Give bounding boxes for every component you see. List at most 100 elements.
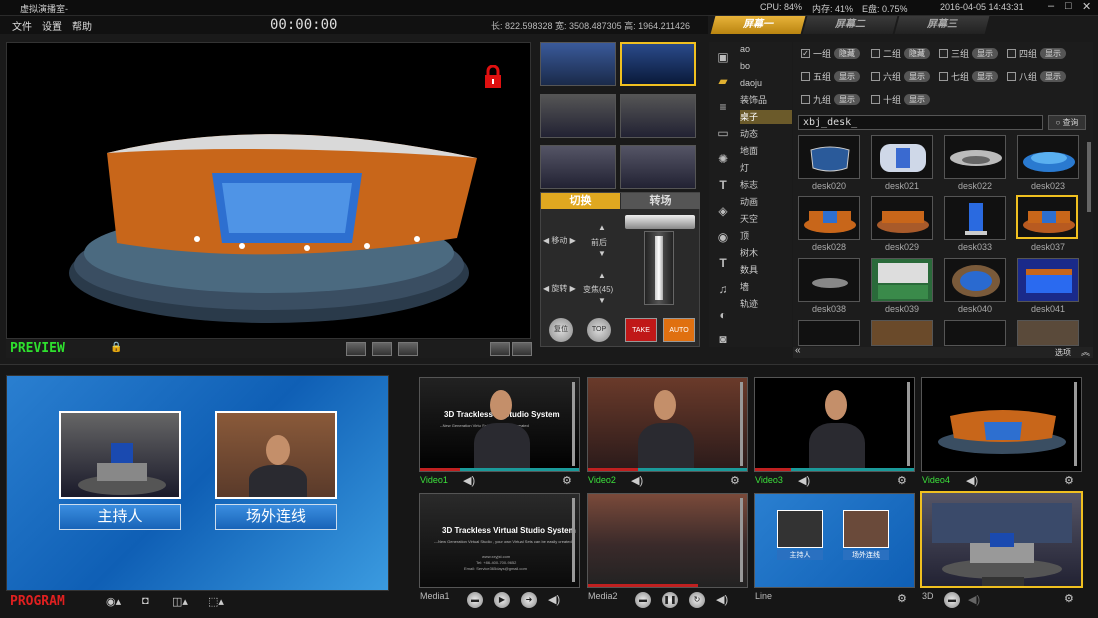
group-4-toggle[interactable]: 显示: [1040, 48, 1067, 59]
padlock-small-icon[interactable]: 🔒: [110, 342, 122, 353]
camera-preset-1[interactable]: [540, 42, 616, 86]
group-3-toggle[interactable]: 显示: [972, 48, 999, 59]
view-center-button[interactable]: [372, 342, 392, 356]
3d-mini-controls[interactable]: [982, 577, 1024, 586]
category-item[interactable]: 地面: [740, 144, 792, 158]
folder-icon[interactable]: ▰: [715, 74, 731, 88]
group-3-checkbox[interactable]: [939, 49, 948, 58]
group-5-toggle[interactable]: 显示: [834, 71, 861, 82]
program-viewport[interactable]: 主持人 场外连线: [6, 375, 389, 591]
view-left-button[interactable]: [346, 342, 366, 356]
pause-icon[interactable]: ❚❚: [662, 592, 678, 608]
speaker-icon[interactable]: ◀): [548, 593, 560, 606]
asset-thumb-selected[interactable]: [1016, 195, 1078, 239]
source-video1[interactable]: 3D Trackless al Studio System --New Gene…: [419, 377, 580, 472]
category-item[interactable]: 数具: [740, 263, 792, 277]
gear-icon[interactable]: ⚙: [1064, 474, 1074, 487]
tab-screen-1[interactable]: 屏幕一: [710, 16, 806, 34]
forward-back-up-icon[interactable]: ▲: [593, 223, 611, 232]
asset-thumb[interactable]: [798, 320, 860, 346]
group-8-checkbox[interactable]: [1007, 72, 1016, 81]
snapshot-icon[interactable]: ◘: [142, 595, 149, 607]
group-6-toggle[interactable]: 显示: [904, 71, 931, 82]
light-icon[interactable]: ✺: [715, 152, 731, 166]
speaker-icon[interactable]: ◀): [631, 474, 643, 487]
close-icon[interactable]: ✕: [1082, 0, 1091, 13]
redo-button[interactable]: [512, 342, 532, 356]
speaker-icon[interactable]: ◀): [463, 474, 475, 487]
palette-icon[interactable]: ◐: [715, 308, 731, 322]
gear-icon[interactable]: ⚙: [1064, 592, 1074, 605]
speaker-icon[interactable]: ◀): [798, 474, 810, 487]
category-item[interactable]: 轨迹: [740, 297, 792, 311]
move-control[interactable]: ◀ 移动 ▶: [543, 235, 576, 246]
zoom-in-icon[interactable]: ▲: [593, 271, 611, 280]
group-2-toggle[interactable]: 隐藏: [904, 48, 931, 59]
text-icon[interactable]: T: [715, 256, 731, 270]
group-1-checkbox[interactable]: ✓: [801, 49, 810, 58]
search-input[interactable]: xbj_desk_: [798, 115, 1043, 130]
reset-button[interactable]: 复位: [549, 318, 573, 342]
gear-icon[interactable]: ⚙: [897, 592, 907, 605]
asset-thumb[interactable]: [798, 258, 860, 302]
asset-thumb[interactable]: [798, 196, 860, 240]
open-folder-icon[interactable]: ▬: [944, 592, 960, 608]
camera-preset-6[interactable]: [620, 145, 696, 189]
text-3d-icon[interactable]: T: [715, 178, 731, 192]
list-icon[interactable]: ≡: [715, 100, 731, 114]
group-7-checkbox[interactable]: [939, 72, 948, 81]
source-video3[interactable]: [754, 377, 915, 472]
asset-thumb[interactable]: [944, 320, 1006, 346]
camera-icon[interactable]: ◙: [715, 332, 731, 346]
category-item[interactable]: 灯: [740, 161, 792, 175]
padlock-icon[interactable]: [483, 64, 503, 89]
gear-icon[interactable]: ⚙: [562, 474, 572, 487]
source-video4[interactable]: [921, 377, 1082, 472]
category-item[interactable]: 装饰品: [740, 93, 792, 107]
forward-back-down-icon[interactable]: ▼: [593, 249, 611, 258]
take-button[interactable]: TAKE: [625, 318, 657, 342]
asset-thumb[interactable]: [798, 135, 860, 179]
gear-icon[interactable]: ⚙: [897, 474, 907, 487]
source-media1[interactable]: 3D Trackless Virtual Studio System ---Ne…: [419, 493, 580, 588]
source-line[interactable]: 主持人 场外连线: [754, 493, 915, 588]
loop-icon[interactable]: ↻: [689, 592, 705, 608]
category-item[interactable]: 标志: [740, 178, 792, 192]
category-item[interactable]: 树木: [740, 246, 792, 260]
music-icon[interactable]: ♫: [715, 282, 731, 296]
category-item-selected[interactable]: 桌子: [740, 110, 792, 124]
source-video2[interactable]: [587, 377, 748, 472]
asset-thumb[interactable]: [944, 135, 1006, 179]
category-item[interactable]: 墙: [740, 280, 792, 294]
minimize-icon[interactable]: –: [1048, 0, 1054, 12]
next-icon[interactable]: ➜: [521, 592, 537, 608]
reel-icon[interactable]: ◉: [715, 230, 731, 244]
collapse-left-icon[interactable]: «: [795, 345, 801, 356]
asset-thumb[interactable]: [871, 320, 933, 346]
group-8-toggle[interactable]: 显示: [1040, 71, 1067, 82]
asset-thumb[interactable]: [1017, 135, 1079, 179]
tab-screen-2[interactable]: 屏幕二: [802, 16, 898, 34]
tab-screen-3[interactable]: 屏幕三: [894, 16, 990, 34]
record-icon[interactable]: ◉▴: [106, 595, 121, 608]
category-item[interactable]: daoju: [740, 76, 792, 90]
capture-icon[interactable]: ◫▴: [172, 595, 188, 608]
asset-thumb[interactable]: [871, 196, 933, 240]
menu-settings[interactable]: 设置: [42, 18, 62, 33]
asset-thumb[interactable]: [944, 258, 1006, 302]
group-5-checkbox[interactable]: [801, 72, 810, 81]
play-icon[interactable]: ▶: [494, 592, 510, 608]
asset-thumb[interactable]: [944, 196, 1006, 240]
preview-viewport[interactable]: [6, 42, 531, 339]
asset-scrollbar[interactable]: [1087, 142, 1091, 212]
speaker-icon[interactable]: ◀): [968, 593, 980, 606]
open-folder-icon[interactable]: ▬: [635, 592, 651, 608]
group-9-checkbox[interactable]: [801, 95, 810, 104]
asset-thumb[interactable]: [871, 258, 933, 302]
maximize-icon[interactable]: □: [1065, 0, 1072, 12]
save-icon[interactable]: ▣: [715, 50, 731, 64]
view-right-button[interactable]: [398, 342, 418, 356]
camera-preset-2[interactable]: [620, 42, 696, 86]
rotate-control[interactable]: ◀ 旋转 ▶: [543, 283, 576, 294]
speaker-icon[interactable]: ◀): [716, 593, 728, 606]
